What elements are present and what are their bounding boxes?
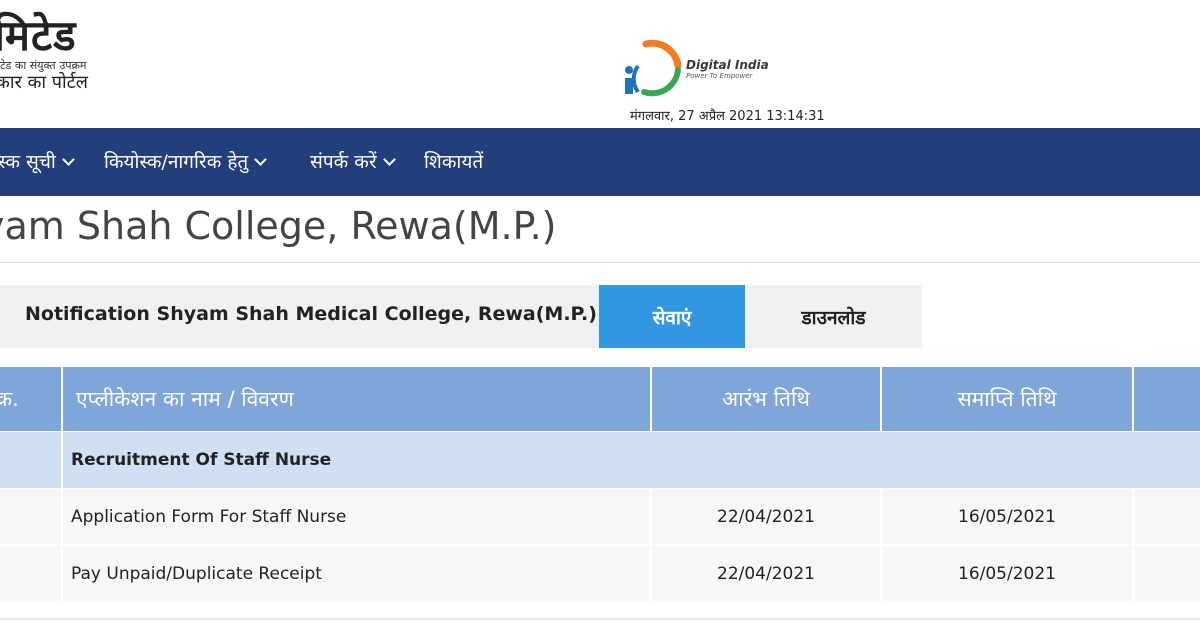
column-divider [880,489,882,601]
column-divider [650,489,652,601]
column-divider [650,367,652,431]
nav-item-kiosk-citizen[interactable]: कियोस्क/नागरिक हेतु [104,148,268,174]
end-date: 16/05/2021 [958,563,1056,584]
nav-item-contact[interactable]: संपर्क करें [310,148,396,174]
column-divider [1132,367,1134,431]
table-header: क्र. एप्लीकेशन का नाम / विवरण आरंभ तिथि … [0,367,1200,431]
tab-notification[interactable]: Notification Shyam Shah Medical College,… [25,303,597,325]
nav-item-label: कियोस्क/नागरिक हेतु [104,151,249,173]
column-divider [61,367,63,601]
application-name-link[interactable]: Pay Unpaid/Duplicate Receipt [71,546,322,601]
page-title: yam Shah College, Rewa(M.P.) [0,204,557,248]
tab-download[interactable]: डाउनलोड [745,285,922,348]
nav-item-label: शिकायतें [424,151,484,173]
chevron-down-icon [61,153,75,166]
column-header-end-date: समाप्ति तिथि [957,387,1057,411]
column-header-sno: क्र. [0,387,19,411]
nav-item-kiosk-list[interactable]: स्क सूची [0,148,75,174]
table-row[interactable]: Pay Unpaid/Duplicate Receipt 22/04/2021 … [0,546,1200,601]
chevron-down-icon [382,153,396,166]
column-divider [1132,489,1134,601]
nav-item-label: स्क सूची [0,151,56,173]
digital-india-tagline: Power To Empower [686,72,753,80]
chevron-down-icon [254,153,268,166]
application-name-link[interactable]: Application Form For Staff Nurse [71,489,346,544]
start-date: 22/04/2021 [717,563,815,584]
site-header: मिटेड टेड का संयुक्त उपक्रम कार का पोर्ट… [0,0,1200,128]
column-divider [880,367,882,431]
page-bottom-divider [0,618,1200,620]
tab-services[interactable]: सेवाएं [599,285,745,348]
group-title: Recruitment Of Staff Nurse [71,449,332,470]
start-date: 22/04/2021 [717,506,815,527]
current-datetime: मंगलवार, 27 अप्रैल 2021 13:14:31 [630,109,825,124]
table-group-row: Recruitment Of Staff Nurse [0,432,1200,488]
table-row[interactable]: Application Form For Staff Nurse 22/04/2… [0,489,1200,544]
column-header-name: एप्लीकेशन का नाम / विवरण [76,387,294,411]
nav-item-label: संपर्क करें [310,151,377,173]
nav-item-complaints[interactable]: शिकायतें [424,148,483,174]
digital-india-brand: Digital India [686,58,769,72]
column-header-start-date: आरंभ तिथि [722,387,810,411]
end-date: 16/05/2021 [958,506,1056,527]
title-divider [0,262,1200,263]
portal-logo-tagline: कार का पोर्टल [0,72,88,93]
portal-logo-title[interactable]: मिटेड [0,6,77,63]
main-navbar: स्क सूची कियोस्क/नागरिक हेतु संपर्क करें… [0,128,1200,196]
